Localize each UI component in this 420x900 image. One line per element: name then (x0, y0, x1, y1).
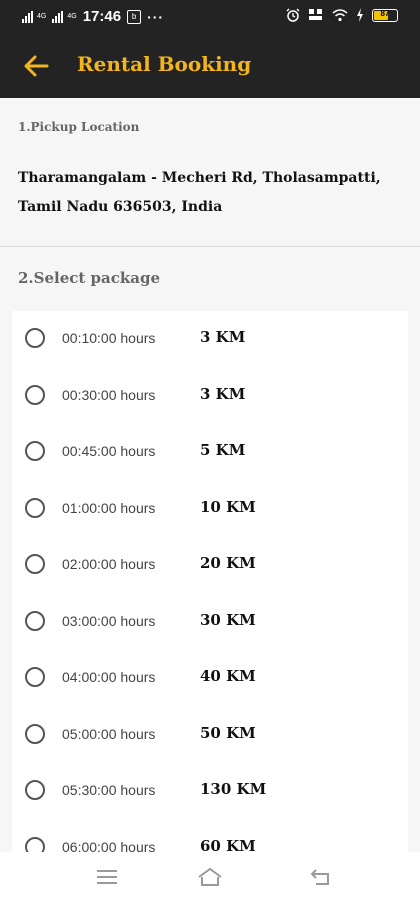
home-icon[interactable] (197, 866, 223, 888)
radio-button[interactable] (25, 328, 45, 348)
package-km: 50 KM (200, 724, 256, 742)
radio-button[interactable] (25, 724, 45, 744)
package-hours: 04:00:00 hours (62, 669, 156, 685)
package-km: 30 KM (200, 611, 256, 629)
package-hours: 05:00:00 hours (62, 726, 156, 742)
package-section: 2.Select package 00:10:00 hours 3 KM 00:… (0, 247, 420, 852)
package-item[interactable]: 05:30:00 hours 130 KM (12, 763, 408, 819)
package-hours: 00:10:00 hours (62, 330, 156, 346)
package-hours: 02:00:00 hours (62, 556, 156, 572)
charging-icon (357, 8, 363, 22)
status-right: 87 (286, 8, 398, 22)
radio-button[interactable] (25, 780, 45, 800)
radio-button[interactable] (25, 611, 45, 631)
package-hours: 05:30:00 hours (62, 782, 156, 798)
package-item[interactable]: 04:00:00 hours 40 KM (12, 650, 408, 706)
notification-icon: b (127, 9, 142, 24)
clock: 17:46 (82, 8, 122, 25)
signal-icon (52, 10, 64, 23)
package-km: 130 KM (200, 780, 267, 798)
package-item[interactable]: 05:00:00 hours 50 KM (12, 707, 408, 763)
package-km: 20 KM (200, 554, 256, 572)
signal-icon (22, 10, 33, 23)
package-item[interactable]: 01:00:00 hours 10 KM (12, 481, 408, 537)
package-item[interactable]: 02:00:00 hours 20 KM (12, 537, 408, 593)
radio-button[interactable] (25, 667, 45, 687)
package-hours: 06:00:00 hours (62, 839, 156, 852)
package-km: 3 KM (200, 328, 246, 346)
package-hours: 01:00:00 hours (62, 500, 156, 516)
radio-button[interactable] (25, 385, 45, 405)
status-bar: 4G 4G 17:46 b ··· 87 (0, 0, 420, 34)
package-list: 00:10:00 hours 3 KM 00:30:00 hours 3 KM … (12, 311, 408, 852)
arrow-left-icon[interactable] (22, 52, 50, 80)
radio-button[interactable] (25, 554, 45, 574)
status-left: 4G 4G 17:46 b ··· (22, 8, 164, 25)
network-label-2: 4G (67, 13, 77, 20)
package-hours: 00:30:00 hours (62, 387, 156, 403)
radio-button[interactable] (25, 498, 45, 518)
package-item[interactable]: 03:00:00 hours 30 KM (12, 594, 408, 650)
pickup-address[interactable]: Tharamangalam - Mecheri Rd, Tholasampatt… (18, 164, 398, 222)
package-km: 60 KM (200, 837, 256, 852)
more-notifications-icon: ··· (147, 8, 165, 25)
page-title: Rental Booking (77, 52, 252, 76)
battery-level: 87 (380, 8, 390, 18)
radio-button[interactable] (25, 441, 45, 461)
package-item[interactable]: 06:00:00 hours 60 KM (12, 820, 408, 852)
wifi-icon (332, 9, 348, 22)
battery-icon: 87 (372, 8, 398, 22)
volte-icon (309, 9, 322, 20)
package-item[interactable]: 00:10:00 hours 3 KM (12, 311, 408, 367)
package-km: 5 KM (200, 441, 246, 459)
system-nav-bar (0, 852, 420, 900)
network-label-1: 4G (37, 13, 47, 20)
back-nav-icon[interactable] (308, 866, 334, 888)
package-km: 3 KM (200, 385, 246, 403)
package-hours: 03:00:00 hours (62, 613, 156, 629)
package-item[interactable]: 00:30:00 hours 3 KM (12, 368, 408, 424)
package-item[interactable]: 00:45:00 hours 5 KM (12, 424, 408, 480)
menu-icon[interactable] (94, 866, 120, 888)
package-km: 10 KM (200, 498, 256, 516)
package-section-label: 2.Select package (18, 269, 161, 287)
pickup-section-label: 1.Pickup Location (18, 120, 140, 134)
pickup-section: 1.Pickup Location Tharamangalam - Mecher… (0, 98, 420, 247)
app-bar: Rental Booking (0, 34, 420, 98)
radio-button[interactable] (25, 837, 45, 852)
package-km: 40 KM (200, 667, 256, 685)
package-hours: 00:45:00 hours (62, 443, 156, 459)
alarm-icon (286, 8, 300, 22)
